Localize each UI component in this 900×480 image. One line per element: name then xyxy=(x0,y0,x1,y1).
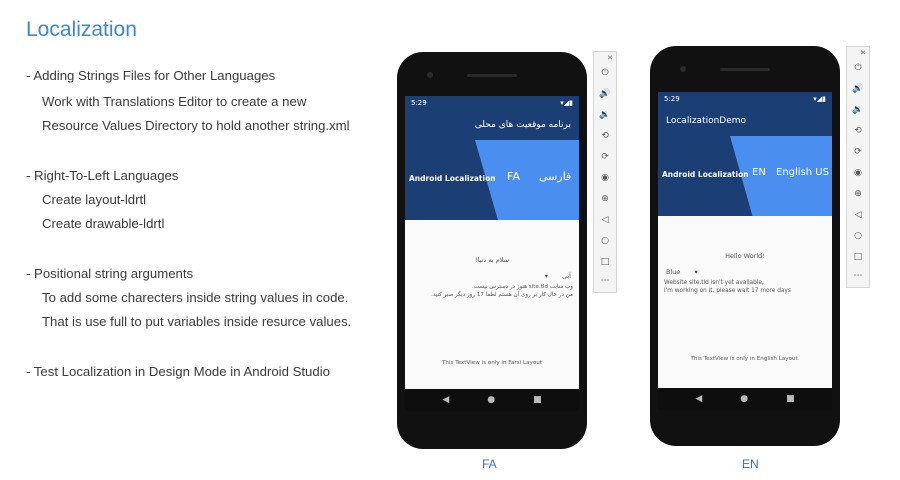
front-camera xyxy=(427,72,433,78)
phone-en: 5:29 ▾◢▮ LocalizationDemo Android Locali… xyxy=(650,46,840,446)
volume-down-icon[interactable]: 🔉 xyxy=(594,110,616,120)
back-icon[interactable]: ◀ xyxy=(695,394,702,404)
rotate-left-icon[interactable]: ⟲ xyxy=(847,126,869,136)
hero-lang-name: English US xyxy=(776,167,829,178)
message-line-1: Website site.tld isn't yet available, xyxy=(664,280,764,286)
dropdown-arrow-icon: ▾ xyxy=(544,272,548,280)
hello-text: سلام به دنیا! xyxy=(474,256,510,264)
more-icon[interactable]: ⋯ xyxy=(847,271,869,281)
close-icon[interactable]: ✕ xyxy=(607,54,613,62)
status-icons: ▾◢▮ xyxy=(560,99,573,107)
bullet-sub: That is use full to put variables inside… xyxy=(42,314,352,329)
hero-lang-name: فارسی xyxy=(539,170,572,183)
speaker-grille xyxy=(720,68,770,71)
message-line-1: وب سایت site.tld هنوز در دسترس نیست. xyxy=(472,284,573,290)
caption-fa: FA xyxy=(482,457,497,471)
rotate-right-icon[interactable]: ⟳ xyxy=(847,147,869,157)
status-time: 5:29 xyxy=(411,99,427,107)
hero-lang-code: FA xyxy=(507,170,520,183)
hero-banner: Android Localization EN English US xyxy=(658,136,832,216)
home-icon[interactable]: ○ xyxy=(847,231,869,241)
bullet-sub: To add some charecters inside string val… xyxy=(42,290,349,305)
phone-en-screen: 5:29 ▾◢▮ LocalizationDemo Android Locali… xyxy=(658,92,832,410)
hello-text: Hello World! xyxy=(725,252,765,260)
emulator-toolbar-fa: ✕ ⏻ 🔊 🔉 ⟲ ⟳ ◉ ⊕ ◁ ○ □ ⋯ xyxy=(593,51,617,293)
home-icon[interactable]: ● xyxy=(740,394,748,404)
rotate-left-icon[interactable]: ⟲ xyxy=(594,131,616,141)
message-line-2: من در حال کار بر روی آن هستم لطفا 17 روز… xyxy=(431,292,573,298)
bullet-sub: Create drawable-ldrtl xyxy=(42,216,165,231)
phone-fa-screen: 5:29 ▾◢▮ برنامه موقعیت های محلی Android … xyxy=(405,96,579,411)
hero-banner: Android Localization FA فارسی xyxy=(405,140,579,220)
volume-up-icon[interactable]: 🔊 xyxy=(594,89,616,99)
bullet-sub: Work with Translations Editor to create … xyxy=(42,94,307,109)
back-icon[interactable]: ◁ xyxy=(594,215,616,225)
status-icons: ▾◢▮ xyxy=(813,95,826,103)
content-area: سلام به دنیا! آبی ▾ وب سایت site.tld هنو… xyxy=(405,220,579,389)
footer-text: This TextView is only in English Layout. xyxy=(690,356,800,362)
app-title: LocalizationDemo xyxy=(666,116,747,126)
hero-lang-code: EN xyxy=(752,167,766,178)
more-icon[interactable]: ⋯ xyxy=(594,276,616,286)
bullet-heading: - Test Localization in Design Mode in An… xyxy=(26,364,330,379)
back-icon[interactable]: ◁ xyxy=(847,210,869,220)
status-bar: 5:29 ▾◢▮ xyxy=(658,92,832,106)
color-spinner[interactable]: آبی ▾ xyxy=(545,272,571,280)
volume-down-icon[interactable]: 🔉 xyxy=(847,105,869,115)
back-icon[interactable]: ◀ xyxy=(442,395,449,405)
overview-icon[interactable]: □ xyxy=(594,257,616,267)
overview-icon[interactable]: □ xyxy=(847,252,869,262)
power-icon[interactable]: ⏻ xyxy=(847,63,869,73)
navigation-bar: ◀ ● ■ xyxy=(658,388,832,410)
home-icon[interactable]: ○ xyxy=(594,236,616,246)
camera-icon[interactable]: ◉ xyxy=(594,173,616,183)
caption-en: EN xyxy=(742,457,759,471)
dropdown-arrow-icon: ▾ xyxy=(694,268,698,276)
status-bar: 5:29 ▾◢▮ xyxy=(405,96,579,110)
status-time: 5:29 xyxy=(664,95,680,103)
content-area: Hello World! Blue ▾ Website site.tld isn… xyxy=(658,216,832,388)
power-icon[interactable]: ⏻ xyxy=(594,68,616,78)
app-bar: LocalizationDemo xyxy=(658,106,832,136)
spinner-value: Blue xyxy=(666,268,681,276)
footer-text: This TextView is only in Farsi Layout xyxy=(441,360,542,366)
front-camera xyxy=(680,66,686,72)
message-line-2: I'm working on it, please wait 17 more d… xyxy=(664,288,791,294)
bullet-heading: - Positional string arguments xyxy=(26,266,194,281)
bullet-heading: - Adding Strings Files for Other Languag… xyxy=(26,68,276,83)
app-title: برنامه موقعیت های محلی xyxy=(474,120,571,130)
speaker-grille xyxy=(467,74,517,77)
app-bar: برنامه موقعیت های محلی xyxy=(405,110,579,140)
spinner-value: آبی xyxy=(561,272,571,280)
rotate-right-icon[interactable]: ⟳ xyxy=(594,152,616,162)
home-icon[interactable]: ● xyxy=(487,395,495,405)
navigation-bar: ◀ ● ■ xyxy=(405,389,579,411)
color-spinner[interactable]: Blue ▾ xyxy=(666,268,698,276)
volume-up-icon[interactable]: 🔊 xyxy=(847,84,869,94)
hero-title: Android Localization xyxy=(662,170,749,179)
bullet-sub: Create layout-ldrtl xyxy=(42,192,147,207)
overview-icon[interactable]: ■ xyxy=(533,395,542,405)
overview-icon[interactable]: ■ xyxy=(786,394,795,404)
phone-fa: 5:29 ▾◢▮ برنامه موقعیت های محلی Android … xyxy=(397,52,587,449)
bullet-heading: - Right-To-Left Languages xyxy=(26,168,179,183)
bullet-sub: Resource Values Directory to hold anothe… xyxy=(42,118,350,133)
zoom-icon[interactable]: ⊕ xyxy=(847,189,869,199)
slide-title: Localization xyxy=(26,18,137,41)
emulator-toolbar-en: ✕ ⏻ 🔊 🔉 ⟲ ⟳ ◉ ⊕ ◁ ○ □ ⋯ xyxy=(846,46,870,288)
camera-icon[interactable]: ◉ xyxy=(847,168,869,178)
hero-title: Android Localization xyxy=(409,174,496,183)
zoom-icon[interactable]: ⊕ xyxy=(594,194,616,204)
close-icon[interactable]: ✕ xyxy=(860,49,866,57)
